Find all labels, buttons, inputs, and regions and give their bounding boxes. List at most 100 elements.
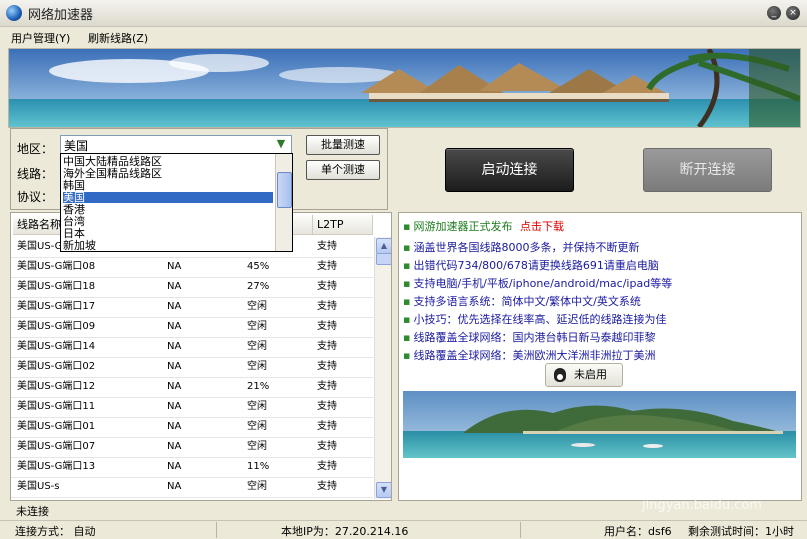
- bullet-icon: ▪: [403, 349, 411, 362]
- table-row[interactable]: 美国US-G端口01 NA 空闲 支持: [11, 417, 373, 438]
- qq-button[interactable]: 未启用: [545, 363, 623, 387]
- row-name-cell: 美国US-G端口09: [17, 321, 96, 332]
- dropdown-option[interactable]: 香港: [63, 204, 273, 215]
- baidu-watermark: Baidu经验 jingyan.baidu.com: [612, 454, 802, 520]
- news-text: 涵盖世界各国线路8000多条，并保持不断更新: [413, 241, 640, 254]
- table-row[interactable]: 美国US-G端口09 NA 空闲 支持: [11, 317, 373, 338]
- table-row[interactable]: 美国US-G端口18 NA 27% 支持: [11, 277, 373, 298]
- bullet-icon: ▪: [403, 295, 411, 308]
- row-name-cell: 美国US-G端口14: [17, 341, 96, 352]
- table-row[interactable]: 美国US-G端口13 NA 11% 支持: [11, 457, 373, 478]
- table-row[interactable]: 美国US-G端口08 NA 45% 支持: [11, 257, 373, 278]
- title-bar: 网络加速器 _ ×: [0, 0, 807, 27]
- news-text: 出错代码734/800/678请更换线路691请重启电脑: [413, 259, 659, 272]
- qq-button-label: 未启用: [574, 368, 607, 381]
- table-row[interactable]: 美国US-s NA 空闲 支持: [11, 477, 373, 498]
- window-title: 网络加速器: [28, 8, 94, 23]
- row-l2tp-cell: 支持: [317, 421, 337, 432]
- status-divider: [216, 522, 217, 538]
- row-l2tp-cell: 支持: [317, 461, 337, 472]
- penguin-icon: [554, 368, 566, 382]
- dropdown-option[interactable]: 中国大陆精品线路区: [63, 156, 273, 167]
- region-label: 地区：: [17, 142, 54, 156]
- row-load-cell: 空闲: [247, 421, 267, 432]
- row-load-cell: 空闲: [247, 341, 267, 352]
- news-text: 线路覆盖全球网络：国内港台韩日新马泰越印菲黎: [413, 331, 656, 344]
- bullet-icon: ▪: [403, 331, 411, 344]
- news-item: ▪ 支持电脑/手机/平板/iphone/android/mac/ipad等等: [403, 275, 672, 291]
- row-delay-cell: NA: [167, 321, 182, 332]
- bullet-icon: ▪: [403, 220, 411, 233]
- row-load-cell: 空闲: [247, 321, 267, 332]
- batch-test-button[interactable]: 批量测速: [306, 135, 380, 155]
- dropdown-option[interactable]: 台湾: [63, 216, 273, 227]
- close-button[interactable]: ×: [786, 6, 800, 20]
- row-name-cell: 美国US-G端口02: [17, 361, 96, 372]
- row-load-cell: 45%: [247, 261, 270, 272]
- table-row[interactable]: 美国US-G端口07 NA 空闲 支持: [11, 437, 373, 458]
- region-select[interactable]: 美国 ▼: [60, 135, 292, 155]
- row-delay-cell: NA: [167, 261, 182, 272]
- list-scrollbar[interactable]: ▲ ▼: [374, 237, 391, 499]
- bullet-icon: ▪: [403, 259, 411, 272]
- table-row[interactable]: 美国US-G端口02 NA 空闲 支持: [11, 357, 373, 378]
- dropdown-option[interactable]: 海外全国精品线路区: [63, 168, 273, 179]
- news-text: 线路覆盖全球网络：美洲欧洲大洋洲非洲拉丁美洲: [413, 349, 656, 362]
- row-name-cell: 美国US-G端口01: [17, 421, 96, 432]
- connect-button[interactable]: 启动连接: [445, 148, 574, 192]
- column-header-l2tp[interactable]: L2TP: [313, 215, 373, 235]
- row-load-cell: 空闲: [247, 361, 267, 372]
- row-delay-cell: NA: [167, 401, 182, 412]
- row-delay-cell: NA: [167, 361, 182, 372]
- row-delay-cell: NA: [167, 281, 182, 292]
- dropdown-option[interactable]: 韩国: [63, 180, 273, 191]
- minimize-button[interactable]: _: [767, 6, 781, 20]
- row-load-cell: 空闲: [247, 301, 267, 312]
- beach-banner-image: [8, 48, 801, 128]
- row-l2tp-cell: 支持: [317, 361, 337, 372]
- bullet-icon: ▪: [403, 241, 411, 254]
- scroll-up-icon[interactable]: ▲: [376, 238, 391, 254]
- single-test-button[interactable]: 单个测速: [306, 160, 380, 180]
- chevron-down-icon[interactable]: ▼: [273, 137, 289, 151]
- bullet-icon: ▪: [403, 277, 411, 290]
- status-bar: 连接方式： 自动 本地IP为：27.20.214.16 用户名：dsf6 剩余测…: [0, 520, 807, 539]
- disconnect-button[interactable]: 断开连接: [643, 148, 772, 192]
- island-photo: [403, 391, 796, 458]
- menu-refresh-lines[interactable]: 刷新线路(Z): [88, 30, 148, 46]
- download-link[interactable]: 点击下载: [520, 220, 564, 233]
- list-scroll-thumb[interactable]: [376, 253, 391, 265]
- region-select-value: 美国: [64, 139, 89, 153]
- region-dropdown-list: 中国大陆精品线路区 海外全国精品线路区 韩国 美国 香港 台湾 日本 新加坡: [60, 153, 293, 252]
- username-status: 用户名：dsf6: [604, 525, 672, 538]
- row-name-cell: 美国US-s: [17, 481, 60, 492]
- dropdown-scroll-thumb[interactable]: [277, 172, 292, 208]
- row-l2tp-cell: 支持: [317, 281, 337, 292]
- row-name-cell: 美国US-G端口08: [17, 261, 96, 272]
- dropdown-scrollbar[interactable]: [275, 154, 292, 251]
- table-row[interactable]: 美国US-G端口17 NA 空闲 支持: [11, 297, 373, 318]
- dropdown-option[interactable]: 日本: [63, 228, 273, 239]
- dropdown-option[interactable]: 新加坡: [63, 240, 273, 251]
- table-row[interactable]: 美国US-G端口11 NA 空闲 支持: [11, 397, 373, 418]
- row-name-cell: 美国US-G端口18: [17, 281, 96, 292]
- row-name-cell: 美国US-G端口17: [17, 301, 96, 312]
- news-text: 支持电脑/手机/平板/iphone/android/mac/ipad等等: [413, 277, 673, 290]
- row-name-cell: 美国US-G端口13: [17, 461, 96, 472]
- bullet-icon: ▪: [403, 313, 411, 326]
- menu-bar: 用户管理(Y) 刷新线路(Z): [0, 27, 807, 47]
- local-ip-status: 本地IP为：27.20.214.16: [281, 525, 409, 538]
- table-row[interactable]: 美国US-G端口12 NA 21% 支持: [11, 377, 373, 398]
- row-delay-cell: NA: [167, 381, 182, 392]
- dropdown-option[interactable]: 美国: [63, 192, 273, 203]
- table-row[interactable]: 美国US-G端口14 NA 空闲 支持: [11, 337, 373, 358]
- line-label: 线路：: [17, 167, 54, 181]
- scroll-down-icon[interactable]: ▼: [376, 482, 391, 498]
- row-l2tp-cell: 支持: [317, 261, 337, 272]
- row-l2tp-cell: 支持: [317, 301, 337, 312]
- server-list: 线路名称 L2TP 美国US-G端口 支持 美国US-G端口08 NA 45% 支持 美国U…: [10, 212, 392, 501]
- row-l2tp-cell: 支持: [317, 341, 337, 352]
- row-delay-cell: NA: [167, 461, 182, 472]
- menu-user-management[interactable]: 用户管理(Y): [11, 30, 70, 46]
- news-item: ▪ 小技巧：优先选择在线率高、延迟低的线路连接为佳: [403, 311, 666, 327]
